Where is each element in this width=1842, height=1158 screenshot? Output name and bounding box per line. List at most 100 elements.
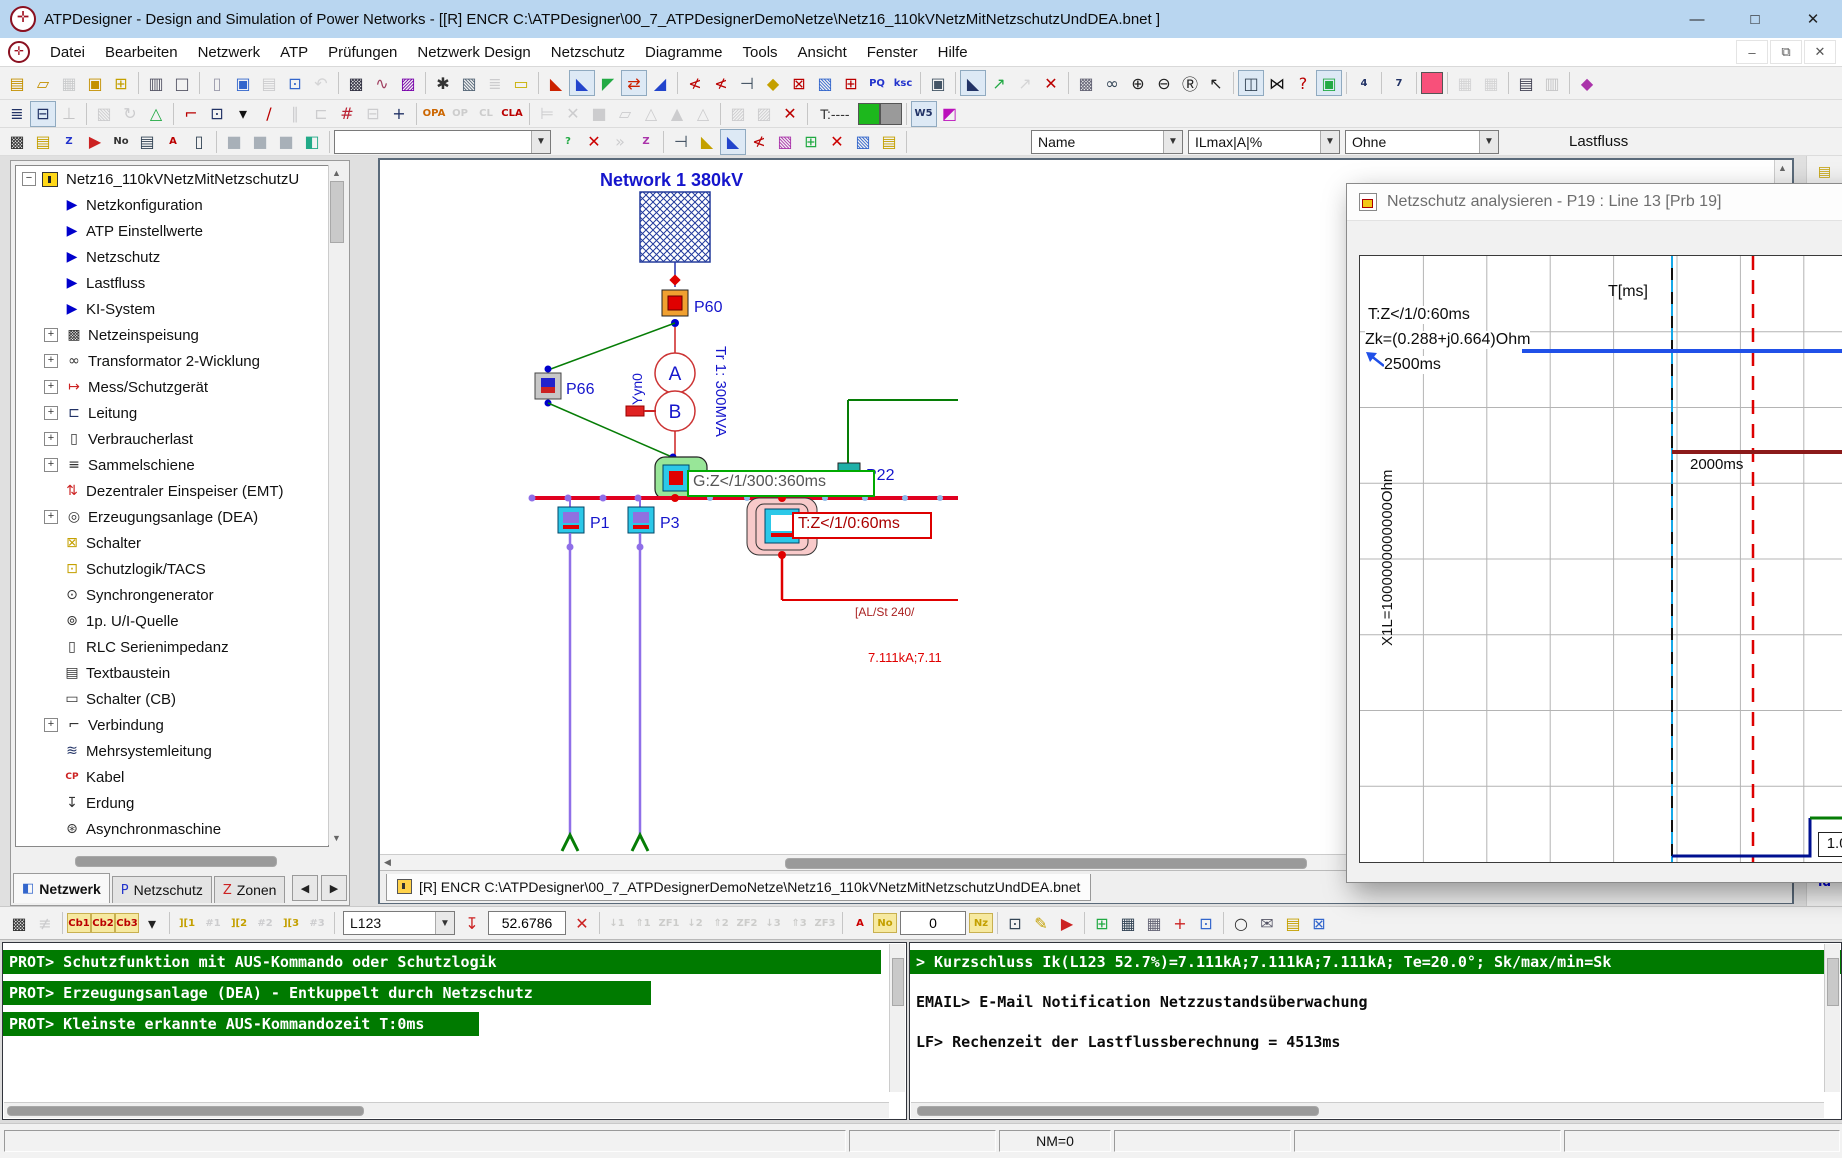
number-yellow-icon[interactable]: No	[873, 913, 897, 933]
copy-icon[interactable]: ▣	[230, 70, 256, 96]
run-check-icon[interactable]: ?	[555, 129, 581, 155]
ground-icon[interactable]: ⊥	[56, 101, 82, 127]
zf-2-icon[interactable]: ZF2	[734, 910, 760, 936]
nr-2-icon[interactable]: ▧	[850, 129, 876, 155]
color-green-icon[interactable]	[858, 103, 880, 125]
compare-icon[interactable]: ≢	[32, 910, 58, 936]
tree-item[interactable]: ▤Textbaustein	[44, 660, 328, 686]
table-1-icon[interactable]: ▦	[1115, 910, 1141, 936]
tree-item[interactable]: +≡Sammelschiene	[44, 452, 328, 478]
tree-expand-icon[interactable]: +	[44, 510, 58, 524]
matrix-icon[interactable]: ▩	[343, 70, 369, 96]
tree-item[interactable]: +◎Erzeugungsanlage (DEA)	[44, 504, 328, 530]
hatch-mode-icon[interactable]: ▩	[6, 910, 32, 936]
netzschutz-analysieren-dialog[interactable]: Netzschutz analysieren - P19 : Line 13 […	[1346, 183, 1842, 883]
mdi-restore-button[interactable]: ⧉	[1770, 40, 1802, 64]
ilmax-combo[interactable]: ILmax|A|% ▼	[1188, 130, 1340, 154]
line-select-combo[interactable]: L123 ▼	[343, 911, 455, 935]
left-log-vscrollbar[interactable]	[889, 944, 905, 1092]
trip-1-icon[interactable]: ↓1	[604, 910, 630, 936]
cla-icon[interactable]: CLA	[499, 101, 525, 127]
number-z-icon[interactable]: Nz	[969, 913, 993, 933]
tree-item[interactable]: ⊠Schalter	[44, 530, 328, 556]
phase-2g-icon[interactable]: #2	[252, 910, 278, 936]
new-file-icon[interactable]: ▤	[4, 70, 30, 96]
cb-menu-icon[interactable]: ▾	[139, 910, 165, 936]
fault-position-input[interactable]	[488, 911, 566, 935]
flag-2-icon[interactable]: ▶	[1054, 910, 1080, 936]
name-combo[interactable]: Name ▼	[1031, 130, 1183, 154]
phase-3g-icon[interactable]: #3	[304, 910, 330, 936]
tree-vertical-scrollbar[interactable]: ▲ ▼	[328, 165, 345, 845]
result-log[interactable]: > Kurzschluss Ik(L123 52.7%)=7.111kA;7.1…	[909, 942, 1842, 1120]
color-gray-icon[interactable]	[880, 103, 902, 125]
zoom-in-icon[interactable]: ⊕	[1125, 70, 1151, 96]
font-tool-icon[interactable]: A	[160, 129, 186, 155]
tree-item[interactable]: ▶Netzschutz	[44, 244, 328, 270]
up-1-icon[interactable]: ⇑1	[630, 910, 656, 936]
maximize-button[interactable]: □	[1726, 0, 1784, 38]
menu-atp[interactable]: ATP	[270, 40, 318, 65]
tree-item[interactable]: CPKabel	[44, 764, 328, 790]
box-blue-icon[interactable]: ⊡	[1193, 910, 1219, 936]
left-log-hscrollbar[interactable]	[4, 1102, 889, 1118]
busbar-fence-icon[interactable]: ≣	[4, 101, 30, 127]
delete-2-icon[interactable]: ✕	[824, 129, 850, 155]
zf-1-icon[interactable]: ZF1	[656, 910, 682, 936]
tree-item[interactable]: +⌐Verbindung	[44, 712, 328, 738]
table-2-icon[interactable]: ▦	[1141, 910, 1167, 936]
curve-green-icon[interactable]: ◤	[595, 70, 621, 96]
tree-item[interactable]: +⊏Leitung	[44, 400, 328, 426]
t-protection-label[interactable]: T:Z</1/0:60ms	[792, 512, 932, 539]
open-file-icon[interactable]: ▱	[30, 70, 56, 96]
pencil-icon[interactable]: ✎	[1028, 910, 1054, 936]
zf-3-icon[interactable]: ZF3	[812, 910, 838, 936]
tree-item[interactable]: ▭Schalter (CB)	[44, 686, 328, 712]
tree-item[interactable]: ↧Erdung	[44, 790, 328, 816]
dialog-title-bar[interactable]: Netzschutz analysieren - P19 : Line 13 […	[1347, 184, 1842, 221]
book-1-icon[interactable]: ▤	[1513, 70, 1539, 96]
ohne-combo[interactable]: Ohne ▼	[1345, 130, 1499, 154]
mail-icon[interactable]: ✉	[1254, 910, 1280, 936]
measure-icon[interactable]: ▤	[876, 129, 902, 155]
text-doc-icon[interactable]: ▤	[134, 129, 160, 155]
parallel-icon[interactable]: ∥	[282, 101, 308, 127]
trip-3-icon[interactable]: ↓3	[760, 910, 786, 936]
book-2-icon[interactable]: ▥	[1539, 70, 1565, 96]
tree-horizontal-scrollbar[interactable]	[15, 854, 327, 869]
op-icon[interactable]: OP	[447, 101, 473, 127]
tree-item[interactable]: ⇅Dezentraler Einspeiser (EMT)	[44, 478, 328, 504]
tree-root[interactable]: − Netz16_110kVNetzMitNetzschutzU	[22, 166, 328, 192]
delta-icon[interactable]: △	[143, 101, 169, 127]
bus-node-icon[interactable]: ⊟	[30, 101, 56, 127]
grid-dots-icon[interactable]: ▩	[1073, 70, 1099, 96]
delete-icon[interactable]: ✕	[777, 101, 803, 127]
grid-green-icon[interactable]: ⊞	[798, 129, 824, 155]
tools-icon[interactable]: ✱	[430, 70, 456, 96]
mirror-1-icon[interactable]: △	[638, 101, 664, 127]
minimize-button[interactable]: —	[1668, 0, 1726, 38]
close-button[interactable]: ✕	[1784, 0, 1842, 38]
tree-item[interactable]: ⊛Asynchronmaschine	[44, 816, 328, 842]
tree-item[interactable]: ▯RLC Serienimpedanz	[44, 634, 328, 660]
hatch-fill-icon[interactable]: ▩	[4, 129, 30, 155]
ruler-icon[interactable]: ◣	[960, 70, 986, 96]
paste-icon[interactable]: ▤	[256, 70, 282, 96]
ksc-icon[interactable]: ksc	[890, 70, 916, 96]
menu-netzwerk[interactable]: Netzwerk	[188, 40, 271, 65]
tree-item[interactable]: ≋Mehrsystemleitung	[44, 738, 328, 764]
circle-tool-icon[interactable]: ○	[1228, 910, 1254, 936]
waveform-icon[interactable]: ∿	[369, 70, 395, 96]
right-log-vscrollbar[interactable]	[1824, 944, 1840, 1092]
tab-scroll-left[interactable]: ◀	[292, 875, 318, 901]
bus-dots-icon[interactable]: ▤	[1811, 159, 1839, 184]
menu-bearbeiten[interactable]: Bearbeiten	[95, 40, 188, 65]
mdi-close-button[interactable]: ✕	[1804, 40, 1836, 64]
tree-item[interactable]: +↦Mess/Schutzgerät	[44, 374, 328, 400]
tree-expand-icon[interactable]: +	[44, 458, 58, 472]
impedance-2-icon[interactable]: ≮	[708, 70, 734, 96]
trip-2-icon[interactable]: ↓2	[682, 910, 708, 936]
duplicate-icon[interactable]: ⊡	[282, 70, 308, 96]
tree-item[interactable]: +▯Verbraucherlast	[44, 426, 328, 452]
rotate-2-icon[interactable]: ↻	[117, 101, 143, 127]
